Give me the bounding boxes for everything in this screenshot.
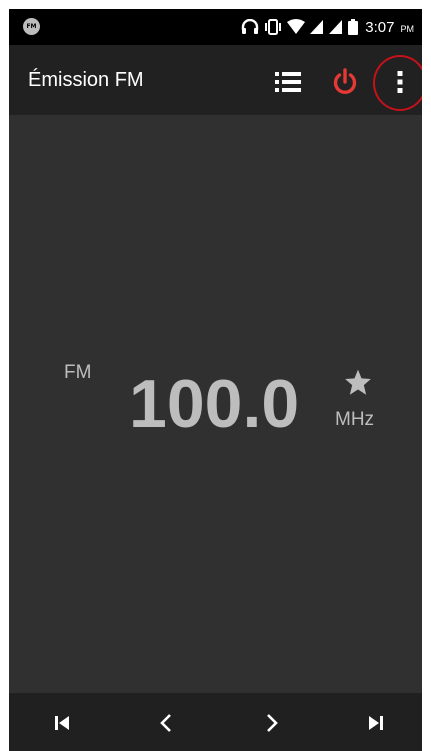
tune-up-button[interactable] bbox=[252, 703, 292, 743]
unit-label: MHz bbox=[335, 409, 375, 430]
signal-icon bbox=[310, 20, 324, 34]
status-icons: 3:07 PM bbox=[241, 9, 414, 45]
station-list-button[interactable] bbox=[271, 65, 305, 99]
previous-station-button[interactable] bbox=[42, 703, 82, 743]
app-bar: Émission FM bbox=[9, 45, 422, 115]
power-button[interactable] bbox=[327, 64, 363, 100]
chevron-right-icon bbox=[267, 714, 278, 732]
fm-app-notification-icon: FM bbox=[23, 18, 40, 35]
status-bar: FM 3:07 PM bbox=[9, 9, 422, 45]
status-time: 3:07 bbox=[365, 18, 395, 36]
star-icon bbox=[345, 369, 371, 395]
skip-previous-icon bbox=[55, 716, 69, 730]
signal-icon bbox=[329, 20, 343, 34]
next-station-button[interactable] bbox=[356, 703, 396, 743]
power-icon bbox=[333, 68, 357, 94]
wifi-icon bbox=[287, 19, 306, 34]
frequency-display: 100.0 bbox=[129, 366, 300, 442]
page-title: Émission FM bbox=[28, 69, 144, 91]
fm-app-notification-text: FM bbox=[26, 23, 37, 30]
phone-screen: FM 3:07 PM Émission FM FM 100.0 MHz bbox=[9, 9, 422, 751]
vibrate-icon bbox=[265, 19, 282, 35]
favorite-button[interactable] bbox=[341, 365, 375, 399]
battery-icon bbox=[348, 19, 359, 35]
tuner-display: FM 100.0 MHz bbox=[9, 115, 422, 693]
band-label: FM bbox=[64, 362, 92, 383]
playback-controls bbox=[9, 693, 422, 751]
tune-down-button[interactable] bbox=[146, 703, 186, 743]
skip-next-icon bbox=[369, 716, 383, 730]
more-vert-icon bbox=[397, 71, 403, 93]
status-ampm: PM bbox=[400, 23, 415, 34]
list-icon bbox=[275, 72, 301, 92]
headphones-icon bbox=[242, 19, 259, 34]
overflow-menu-button[interactable] bbox=[373, 55, 422, 111]
chevron-left-icon bbox=[160, 714, 171, 732]
